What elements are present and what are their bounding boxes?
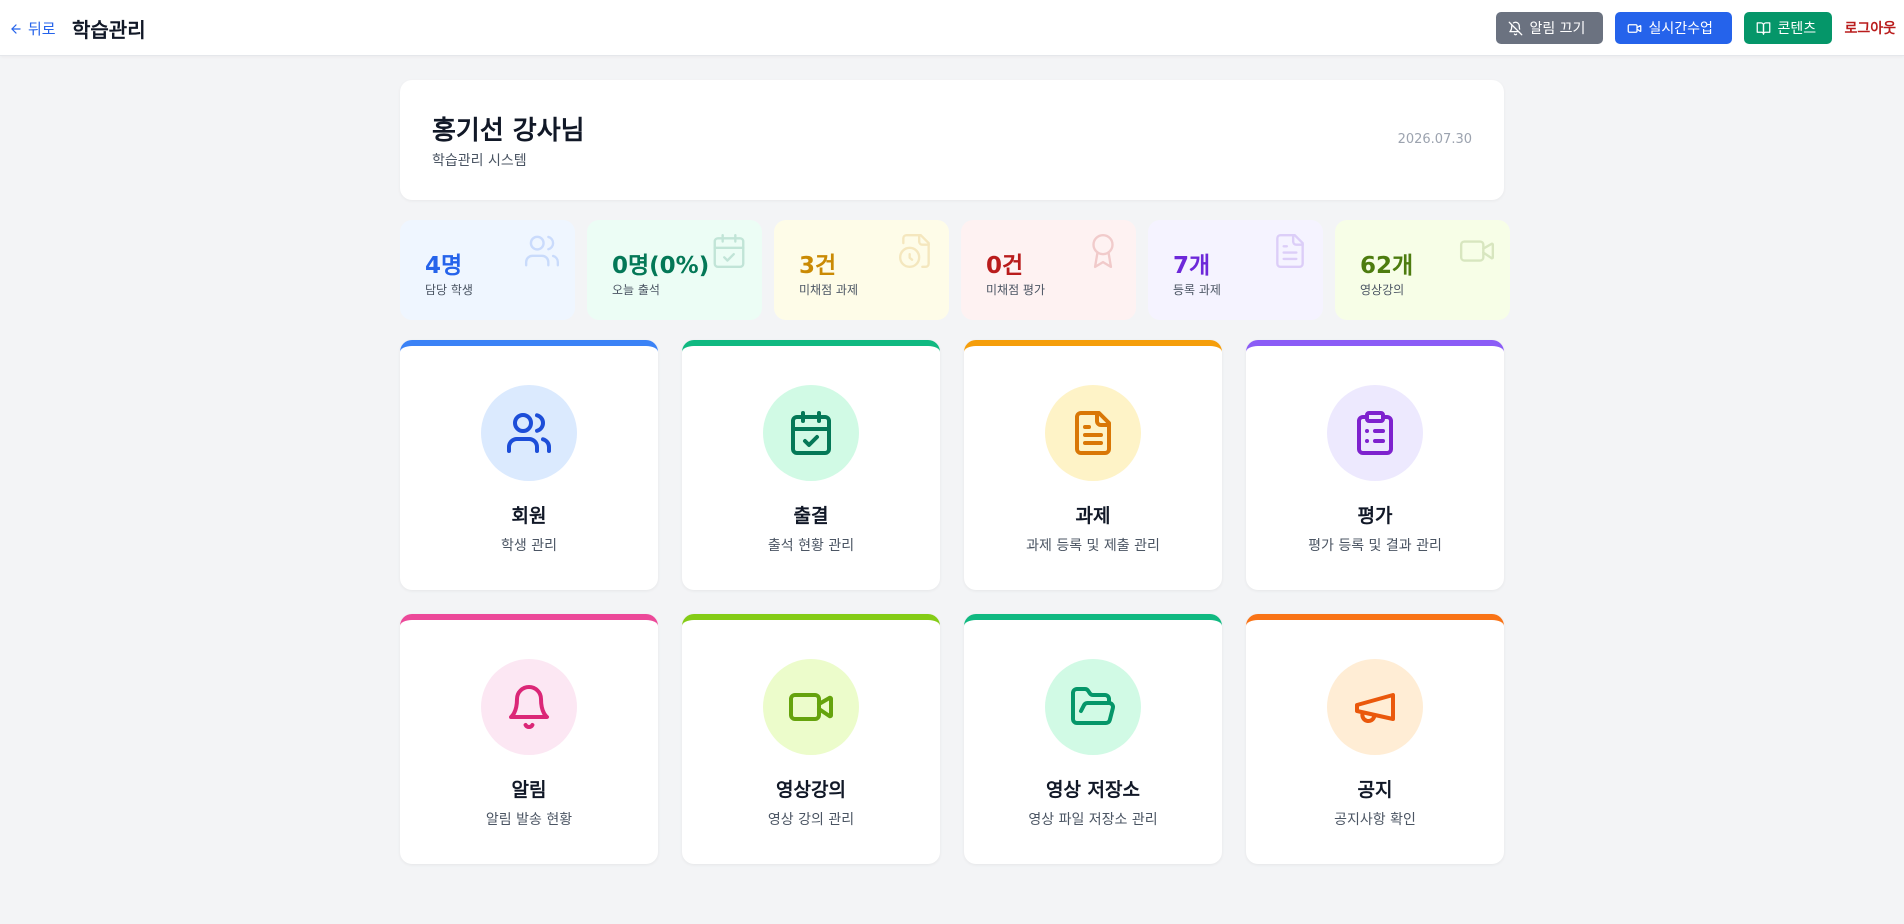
topbar-actions: 알림 끄기 실시간수업 콘텐츠 로그아웃 [1496, 12, 1904, 44]
system-subtitle: 학습관리 시스템 [432, 153, 527, 169]
top-navigation-bar: 뒤로 학습관리 알림 끄기 실시간수업 콘텐츠 로그아웃 [0, 0, 1904, 56]
file-clock-icon [897, 232, 935, 270]
card-description: 영상 강의 관리 [767, 812, 855, 828]
card-title: 알림 [511, 779, 547, 801]
stat-label: 영상강의 [1360, 283, 1405, 297]
menu-card-grid: 회원 학생 관리 출결 출석 현황 관리 과제 과제 등록 및 제출 관리 평가… [400, 340, 1504, 864]
stat-value: 0건 [986, 253, 1024, 279]
stat-label: 미채점 과제 [799, 283, 859, 297]
card-description: 평가 등록 및 결과 관리 [1308, 538, 1442, 554]
file-text-icon [1045, 385, 1141, 481]
users-icon [523, 232, 561, 270]
menu-card-video-lectures[interactable]: 영상강의 영상 강의 관리 [682, 614, 940, 864]
instructor-name: 홍기선 강사님 [432, 116, 585, 146]
logout-button[interactable]: 로그아웃 [1844, 18, 1896, 38]
folder-open-icon [1045, 659, 1141, 755]
menu-card-assignments[interactable]: 과제 과제 등록 및 제출 관리 [964, 340, 1222, 590]
menu-card-members[interactable]: 회원 학생 관리 [400, 340, 658, 590]
stat-registered-assignments: 7개 등록 과제 [1148, 220, 1323, 320]
video-icon [763, 659, 859, 755]
book-open-icon [1757, 21, 1771, 35]
content-label: 콘텐츠 [1777, 21, 1817, 37]
live-class-button[interactable]: 실시간수업 [1615, 12, 1733, 44]
menu-card-announcements[interactable]: 공지 공지사항 확인 [1246, 614, 1504, 864]
arrow-left-icon [11, 23, 21, 34]
stat-value: 4명 [425, 253, 463, 279]
menu-card-attendance[interactable]: 출결 출석 현황 관리 [682, 340, 940, 590]
stat-label: 미채점 평가 [986, 283, 1046, 297]
current-date: 2026.07.30 [1397, 132, 1472, 147]
stat-video-lectures: 62개 영상강의 [1335, 220, 1510, 320]
stat-ungraded-evaluations: 0건 미채점 평가 [961, 220, 1136, 320]
card-title: 영상강의 [776, 779, 846, 801]
stat-attendance: 0명(0%) 오늘 출석 [587, 220, 762, 320]
clipboard-list-icon [1327, 385, 1423, 481]
stat-value: 0명(0%) [612, 253, 710, 279]
notification-off-label: 알림 끄기 [1529, 21, 1586, 37]
menu-card-notifications[interactable]: 알림 알림 발송 현황 [400, 614, 658, 864]
back-label: 뒤로 [28, 20, 56, 38]
stats-row: 4명 담당 학생 0명(0%) 오늘 출석 3건 미채점 과제 0건 미채점 평… [400, 220, 1510, 320]
megaphone-icon [1327, 659, 1423, 755]
page-title: 학습관리 [72, 18, 146, 42]
instructor-header-card: 홍기선 강사님 학습관리 시스템 2026.07.30 [400, 80, 1504, 200]
content-button[interactable]: 콘텐츠 [1744, 12, 1833, 44]
stat-label: 등록 과제 [1173, 283, 1221, 297]
stat-label: 오늘 출석 [612, 283, 660, 297]
menu-card-evaluations[interactable]: 평가 평가 등록 및 결과 관리 [1246, 340, 1504, 590]
stat-label: 담당 학생 [425, 283, 473, 297]
users-icon [481, 385, 577, 481]
bell-off-icon [1509, 21, 1523, 35]
stat-value: 3건 [799, 253, 837, 279]
stat-value: 62개 [1360, 253, 1414, 279]
card-title: 회원 [511, 505, 547, 527]
file-text-icon [1271, 232, 1309, 270]
card-description: 학생 관리 [501, 538, 557, 554]
menu-card-video-storage[interactable]: 영상 저장소 영상 파일 저장소 관리 [964, 614, 1222, 864]
card-title: 공지 [1357, 779, 1393, 801]
card-title: 출결 [793, 505, 829, 527]
stat-students: 4명 담당 학생 [400, 220, 575, 320]
card-description: 과제 등록 및 제출 관리 [1026, 538, 1160, 554]
bell-icon [481, 659, 577, 755]
main-container: 홍기선 강사님 학습관리 시스템 2026.07.30 4명 담당 학생 0명(… [400, 80, 1510, 864]
card-title: 평가 [1357, 505, 1393, 527]
card-title: 영상 저장소 [1045, 779, 1140, 801]
calendar-check-icon [763, 385, 859, 481]
calendar-check-icon [710, 232, 748, 270]
back-button[interactable]: 뒤로 [9, 18, 56, 39]
video-icon [1458, 232, 1496, 270]
video-icon [1628, 23, 1642, 33]
card-description: 공지사항 확인 [1334, 812, 1416, 828]
card-description: 알림 발송 현황 [485, 812, 573, 828]
card-description: 영상 파일 저장소 관리 [1028, 812, 1158, 828]
award-icon [1084, 232, 1122, 270]
card-description: 출석 현황 관리 [767, 538, 855, 554]
notification-off-button[interactable]: 알림 끄기 [1496, 12, 1604, 44]
live-class-label: 실시간수업 [1648, 21, 1713, 37]
stat-value: 7개 [1173, 253, 1211, 279]
stat-ungraded-assignments: 3건 미채점 과제 [774, 220, 949, 320]
card-title: 과제 [1075, 505, 1111, 527]
